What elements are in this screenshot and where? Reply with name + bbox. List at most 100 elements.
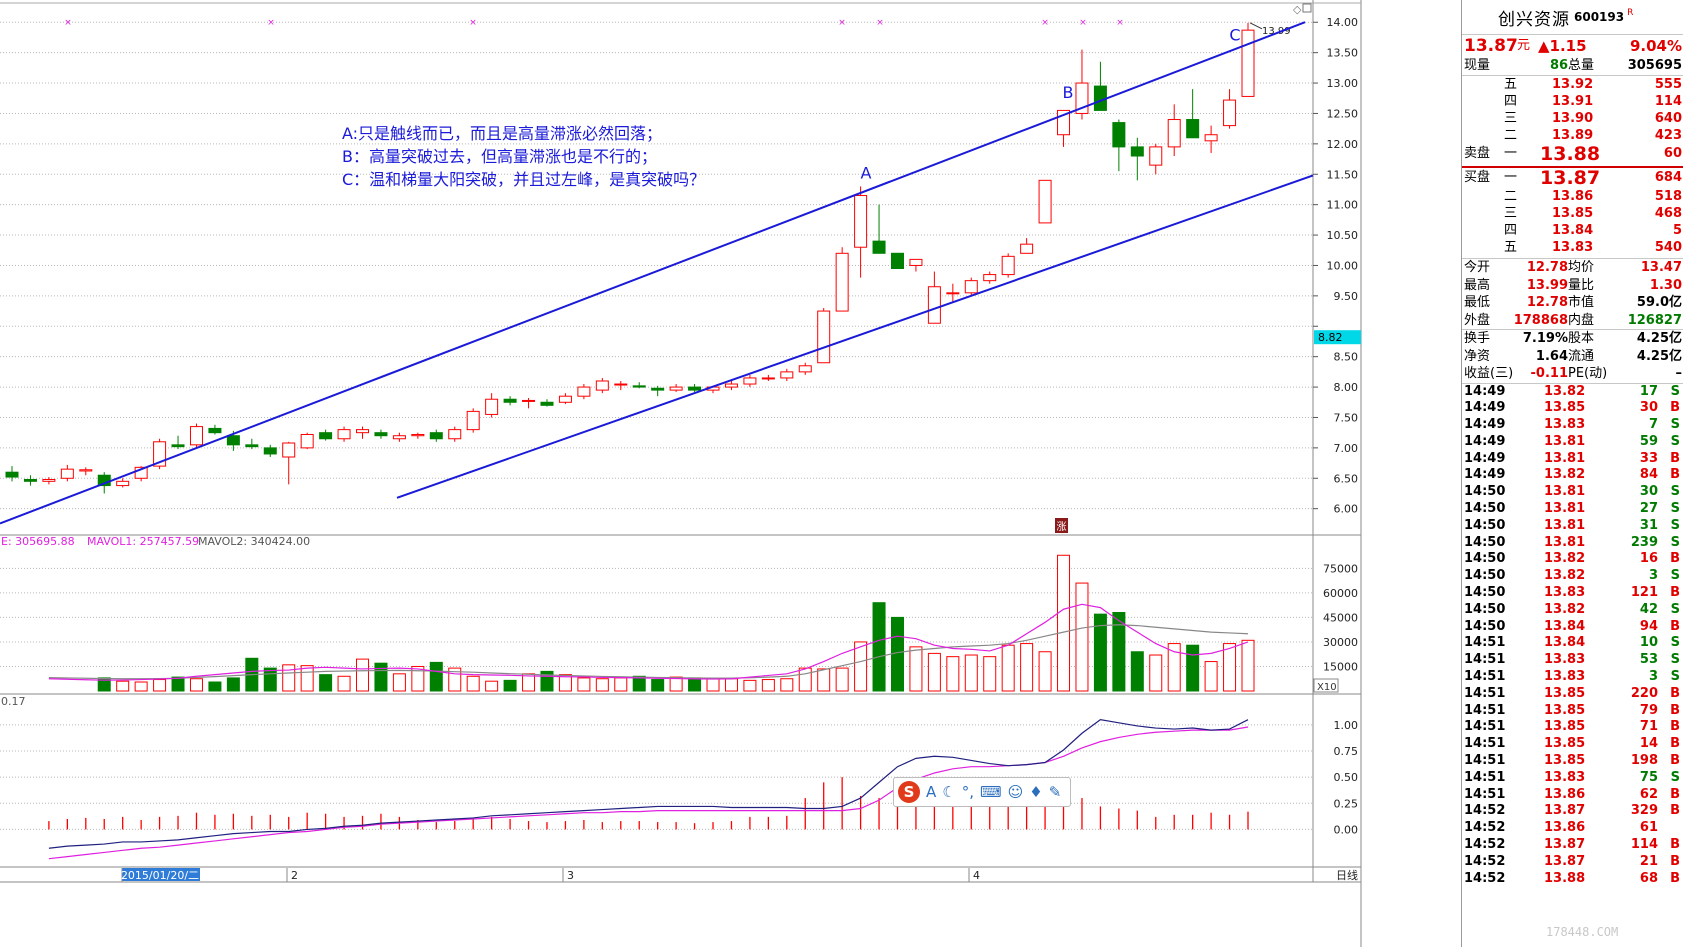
- tick-row[interactable]: 14:51 13.85 198 B: [1462, 753, 1683, 770]
- tick-time: 14:51: [1464, 669, 1506, 685]
- tick-row[interactable]: 14:52 13.88 68 B: [1462, 871, 1683, 888]
- now-vol-label: 现量: [1464, 58, 1491, 73]
- ask-level-1[interactable]: 卖盘 一 13.88 60: [1462, 144, 1683, 164]
- volume-bar-up: [706, 678, 720, 692]
- tick-row[interactable]: 14:51 13.83 3 S: [1462, 669, 1683, 686]
- window-restore-icon: [1302, 3, 1312, 13]
- x-axis-label: 2015/01/20/二: [121, 869, 199, 882]
- volume-header-value: E: 305695.88: [1, 535, 75, 548]
- candle-down: [872, 240, 886, 254]
- tick-row[interactable]: 14:51 13.83 53 S: [1462, 652, 1683, 669]
- tick-vol: 84: [1639, 467, 1658, 483]
- tick-row[interactable]: 14:50 13.82 3 S: [1462, 568, 1683, 585]
- tick-row[interactable]: 14:51 13.83 75 S: [1462, 770, 1683, 787]
- chart-bg: [0, 0, 1409, 946]
- tick-row[interactable]: 14:50 13.82 16 B: [1462, 551, 1683, 568]
- tick-row[interactable]: 14:52 13.87 21 B: [1462, 854, 1683, 871]
- ime-moon-icon[interactable]: ☾: [942, 783, 955, 801]
- breakout-marker-c: C: [1229, 25, 1240, 44]
- x-axis-label: 2: [291, 869, 298, 882]
- volume-tick-label: 45000: [1323, 611, 1358, 624]
- tick-list[interactable]: 14:49 13.82 17 S 14:49 13.85 30 B 14:49 …: [1462, 384, 1683, 888]
- ime-punct-icon[interactable]: °,: [962, 783, 974, 801]
- ask-level-name: 四: [1504, 94, 1518, 109]
- tick-row[interactable]: 14:50 13.81 30 S: [1462, 484, 1683, 501]
- tick-time: 14:51: [1464, 652, 1506, 668]
- tick-time: 14:52: [1464, 870, 1506, 886]
- tick-row[interactable]: 14:49 13.85 30 B: [1462, 400, 1683, 417]
- price-tick-label: 6.50: [1334, 472, 1359, 485]
- volume-bar-up: [485, 680, 499, 692]
- stat-label: 换手: [1464, 331, 1491, 346]
- tick-row[interactable]: 14:51 13.85 14 B: [1462, 736, 1683, 753]
- tick-time: 14:52: [1464, 853, 1506, 869]
- ask-level[interactable]: 三 13.90 640: [1462, 110, 1683, 127]
- tick-row[interactable]: 14:49 13.83 7 S: [1462, 417, 1683, 434]
- tick-price: 13.87: [1544, 803, 1586, 819]
- tick-side: B: [1670, 786, 1680, 802]
- ime-toolbar[interactable]: S A ☾ °, ⌨ ☺ ♦ ✎: [893, 777, 1071, 807]
- ask-price: 13.91: [1552, 94, 1594, 109]
- volume-bar-up: [1001, 644, 1015, 692]
- tick-time: 14:50: [1464, 618, 1506, 634]
- bid-level[interactable]: 三 13.85 468: [1462, 205, 1683, 222]
- tick-row[interactable]: 14:52 13.87 329 B: [1462, 803, 1683, 820]
- tick-price: 13.82: [1544, 551, 1586, 567]
- tick-row[interactable]: 14:50 13.81 31 S: [1462, 518, 1683, 535]
- tick-time: 14:50: [1464, 601, 1506, 617]
- sogou-logo-icon[interactable]: S: [898, 781, 920, 803]
- price-row: 13.87 元 ▲1.15 9.04%: [1462, 35, 1683, 57]
- ask-vol: 640: [1654, 111, 1682, 126]
- tick-side: S: [1670, 669, 1680, 685]
- tick-row[interactable]: 14:49 13.81 59 S: [1462, 434, 1683, 451]
- stat-row: 换手 7.19% 股本 4.25亿: [1462, 330, 1683, 348]
- ask-level[interactable]: 五 13.92 555: [1462, 76, 1683, 93]
- volume-bar-up: [835, 667, 849, 692]
- ime-user-icon[interactable]: ☺: [1008, 783, 1024, 801]
- ime-keyboard-icon[interactable]: ⌨: [980, 783, 1002, 801]
- tick-row[interactable]: 14:50 13.83 121 B: [1462, 585, 1683, 602]
- bid-level[interactable]: 二 13.86 518: [1462, 188, 1683, 205]
- ime-mode-icon[interactable]: A: [926, 783, 936, 801]
- stat-value: –: [1675, 366, 1683, 381]
- bid-vol: 518: [1654, 189, 1682, 204]
- volume-bar-down: [226, 677, 240, 692]
- tick-row[interactable]: 14:51 13.85 79 B: [1462, 703, 1683, 720]
- tick-row[interactable]: 14:49 13.82 84 B: [1462, 467, 1683, 484]
- tick-row[interactable]: 14:51 13.85 220 B: [1462, 686, 1683, 703]
- tick-side: B: [1670, 702, 1680, 718]
- tick-row[interactable]: 14:49 13.82 17 S: [1462, 384, 1683, 401]
- total-vol-label: 总量: [1568, 58, 1595, 73]
- tick-row[interactable]: 14:50 13.81 27 S: [1462, 501, 1683, 518]
- ask-level[interactable]: 四 13.91 114: [1462, 93, 1683, 110]
- candle-up: [189, 426, 203, 446]
- tick-row[interactable]: 14:49 13.81 33 B: [1462, 451, 1683, 468]
- volume-bar-down: [171, 676, 185, 692]
- tick-price: 13.88: [1544, 870, 1586, 886]
- ime-tools-icon[interactable]: ✎: [1049, 783, 1062, 801]
- tick-row[interactable]: 14:52 13.87 114 B: [1462, 837, 1683, 854]
- indicator-tick-label: 0.25: [1334, 797, 1359, 810]
- stat-label: 外盘: [1464, 312, 1491, 328]
- ask-level[interactable]: 二 13.89 423: [1462, 127, 1683, 144]
- tick-row[interactable]: 14:50 13.81 239 S: [1462, 535, 1683, 552]
- tick-side: S: [1670, 501, 1680, 517]
- kline-svg[interactable]: 14.00 13.50 13.00 12.50 12.00 11.50 11.00 10.50…: [0, 0, 1410, 947]
- bid-level[interactable]: 五 13.83 540: [1462, 239, 1683, 256]
- tick-row[interactable]: 14:51 13.84 10 S: [1462, 635, 1683, 652]
- tick-row[interactable]: 14:51 13.86 62 B: [1462, 787, 1683, 804]
- volume-bar-up: [1057, 554, 1071, 692]
- tick-side: B: [1670, 585, 1680, 601]
- tick-row[interactable]: 14:50 13.82 42 S: [1462, 602, 1683, 619]
- volume-bar-up: [927, 652, 941, 692]
- volume-bar-up: [946, 656, 960, 692]
- kline-chart-area[interactable]: 14.00 13.50 13.00 12.50 12.00 11.50 11.00 10.50…: [0, 0, 1410, 947]
- bid-level-1[interactable]: 买盘 一 13.87 684: [1462, 168, 1683, 188]
- tick-row[interactable]: 14:52 13.86 61: [1462, 820, 1683, 837]
- bid-price: 13.86: [1552, 189, 1594, 204]
- bid-level[interactable]: 四 13.84 5: [1462, 222, 1683, 239]
- tick-row[interactable]: 14:51 13.85 71 B: [1462, 719, 1683, 736]
- volume-bar-up: [595, 678, 609, 692]
- ime-skin-icon[interactable]: ♦: [1029, 783, 1042, 801]
- tick-row[interactable]: 14:50 13.84 94 B: [1462, 619, 1683, 636]
